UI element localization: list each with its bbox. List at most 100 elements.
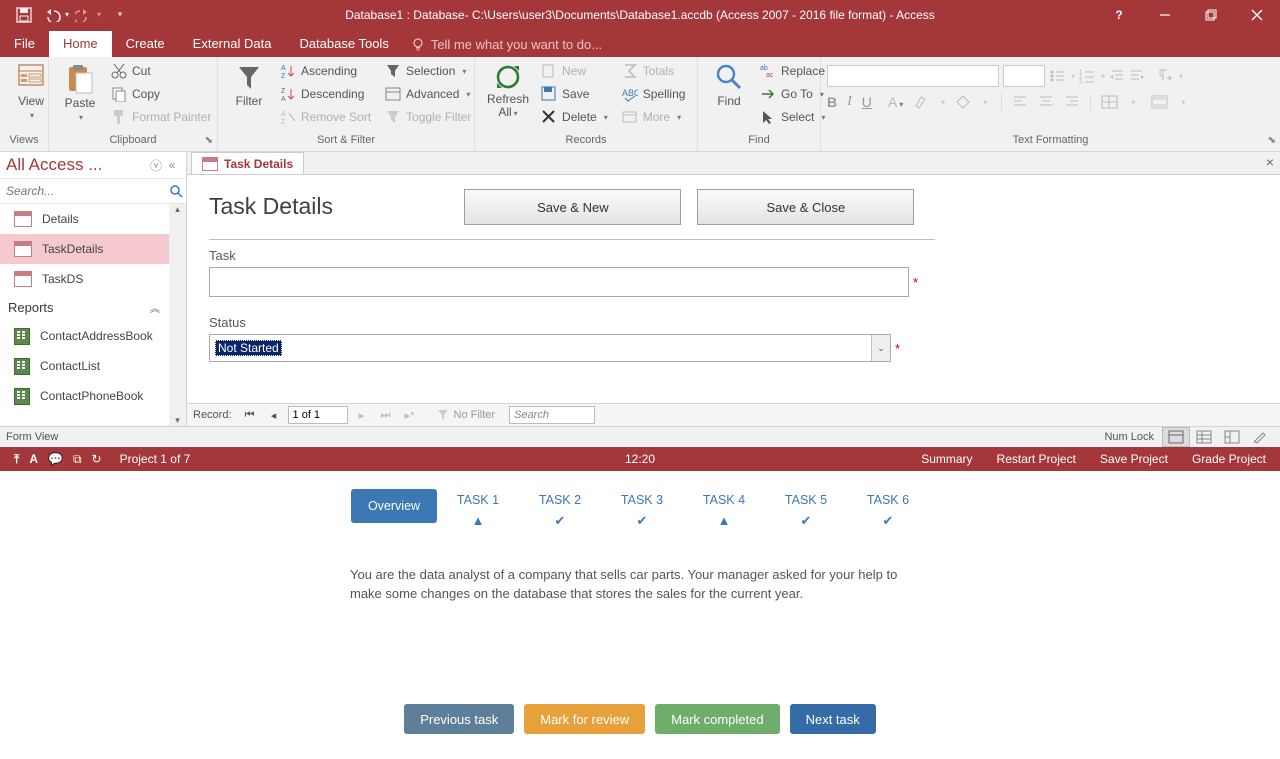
save-project-link[interactable]: Save Project [1100,452,1168,466]
bullets-icon[interactable] [1049,68,1065,84]
align-left-icon[interactable] [1012,94,1028,110]
advanced-button[interactable]: Advanced▾ [381,84,475,104]
next-task-button[interactable]: Next task [790,704,876,734]
tab-task-2[interactable]: TASK 2✔ [519,489,601,529]
totals-button[interactable]: Totals [618,61,690,81]
record-position-input[interactable] [288,406,348,424]
prev-record-icon[interactable]: ◂ [264,406,284,424]
copy-button[interactable]: Copy [107,84,215,104]
nav-item-taskdetails[interactable]: TaskDetails [0,234,186,264]
tab-task-6[interactable]: TASK 6✔ [847,489,929,529]
nav-group-reports[interactable]: Reports︽ [0,294,186,321]
undo-icon[interactable]: ▾ [40,1,72,29]
align-center-icon[interactable] [1038,94,1054,110]
restart-project-link[interactable]: Restart Project [997,452,1076,466]
next-record-icon[interactable]: ▸ [352,406,372,424]
clipboard-launcher-icon[interactable]: ⬊ [205,133,213,148]
tab-create[interactable]: Create [112,31,179,57]
bold-button[interactable]: B [827,94,837,110]
filter-indicator[interactable]: No Filter [436,408,496,422]
summary-link[interactable]: Summary [921,452,972,466]
layout-view-icon[interactable] [1218,427,1246,447]
alt-row-color-icon[interactable] [1151,94,1169,110]
nav-collapse-icon[interactable]: « [164,158,180,172]
format-painter-button[interactable]: Format Painter [107,107,215,127]
filter-button[interactable]: Filter [224,61,274,110]
gridlines-icon[interactable] [1101,94,1119,110]
paste-button[interactable]: Paste▾ [55,61,105,126]
restore-icon[interactable] [1188,0,1234,29]
tab-database-tools[interactable]: Database Tools [285,31,402,57]
font-family-select[interactable] [827,65,999,87]
new-record-icon[interactable]: ▸* [400,406,420,424]
mark-review-button[interactable]: Mark for review [524,704,645,734]
previous-task-button[interactable]: Previous task [404,704,514,734]
outdent-icon[interactable] [1109,68,1125,84]
tab-task-4[interactable]: TASK 4▲ [683,489,765,529]
replace-button[interactable]: abacReplace [756,61,829,81]
nav-item-taskds[interactable]: TaskDS [0,264,186,294]
align-right-icon[interactable] [1064,94,1080,110]
fill-color-icon[interactable] [955,94,971,110]
minimize-icon[interactable] [1142,0,1188,29]
indent-icon[interactable] [1129,68,1145,84]
pin-icon[interactable]: ⤒ [14,452,19,467]
nav-search-input[interactable] [0,184,169,198]
text-size-icon[interactable]: A [29,452,38,466]
tab-task-3[interactable]: TASK 3✔ [601,489,683,529]
find-button[interactable]: Find [704,61,754,110]
task-input[interactable] [209,267,909,297]
highlight-icon[interactable] [913,94,929,110]
dropdown-icon[interactable]: ⌄ [871,335,890,361]
font-color-button[interactable]: A▾ [888,94,903,110]
close-icon[interactable] [1234,0,1280,29]
tab-task-1[interactable]: TASK 1▲ [437,489,519,529]
tell-me-search[interactable]: Tell me what you want to do... [403,31,610,57]
search-icon[interactable] [169,184,186,198]
close-document-icon[interactable]: × [1266,154,1274,170]
numbering-icon[interactable]: 123 [1079,68,1095,84]
underline-button[interactable]: U [862,94,872,110]
delete-record-button[interactable]: Delete▾ [537,107,612,127]
tab-home[interactable]: Home [49,31,112,57]
italic-button[interactable]: I [847,94,852,110]
first-record-icon[interactable]: ⏮ [240,406,260,424]
nav-item-details[interactable]: Details [0,204,186,234]
record-search-input[interactable] [509,406,595,424]
save-record-button[interactable]: Save [537,84,612,104]
doc-tab-taskdetails[interactable]: Task Details [191,152,304,174]
save-new-button[interactable]: Save & New [464,189,681,225]
remove-sort-button[interactable]: AZRemove Sort [276,107,375,127]
mark-completed-button[interactable]: Mark completed [655,704,779,734]
collapse-ribbon-icon[interactable]: ˆ [1268,137,1272,149]
tab-overview[interactable]: Overview [351,489,437,523]
reset-icon[interactable]: ↻ [92,452,102,466]
select-button[interactable]: Select▾ [756,107,829,127]
collapse-group-icon[interactable]: ︽ [150,300,160,315]
save-close-button[interactable]: Save & Close [697,189,914,225]
comment-icon[interactable]: 💬 [48,452,63,466]
nav-item-contactphonebook[interactable]: ContactPhoneBook [0,381,186,411]
nav-menu-icon[interactable]: ⓥ [148,157,164,174]
form-view-icon[interactable] [1162,427,1190,447]
cut-button[interactable]: Cut [107,61,215,81]
save-icon[interactable] [8,1,40,29]
tab-external-data[interactable]: External Data [179,31,286,57]
ltr-icon[interactable] [1157,68,1173,84]
nav-item-contactlist[interactable]: ContactList [0,351,186,381]
grade-project-link[interactable]: Grade Project [1192,452,1266,466]
nav-item-contactaddressbook[interactable]: ContactAddressBook [0,321,186,351]
nav-title[interactable]: All Access ... [6,155,148,175]
datasheet-view-icon[interactable] [1190,427,1218,447]
toggle-filter-button[interactable]: Toggle Filter [381,107,475,127]
descending-button[interactable]: ZADescending [276,84,375,104]
help-icon[interactable]: ? [1096,0,1142,29]
refresh-all-button[interactable]: Refresh All▾ [481,61,535,122]
ascending-button[interactable]: AZAscending [276,61,375,81]
tab-task-5[interactable]: TASK 5✔ [765,489,847,529]
link-icon[interactable]: ⧉ [73,452,82,467]
spelling-button[interactable]: ABCSpelling [618,84,690,104]
tab-file[interactable]: File [0,31,49,57]
status-select[interactable]: Not Started ⌄ [209,334,891,362]
selection-button[interactable]: Selection▾ [381,61,475,81]
